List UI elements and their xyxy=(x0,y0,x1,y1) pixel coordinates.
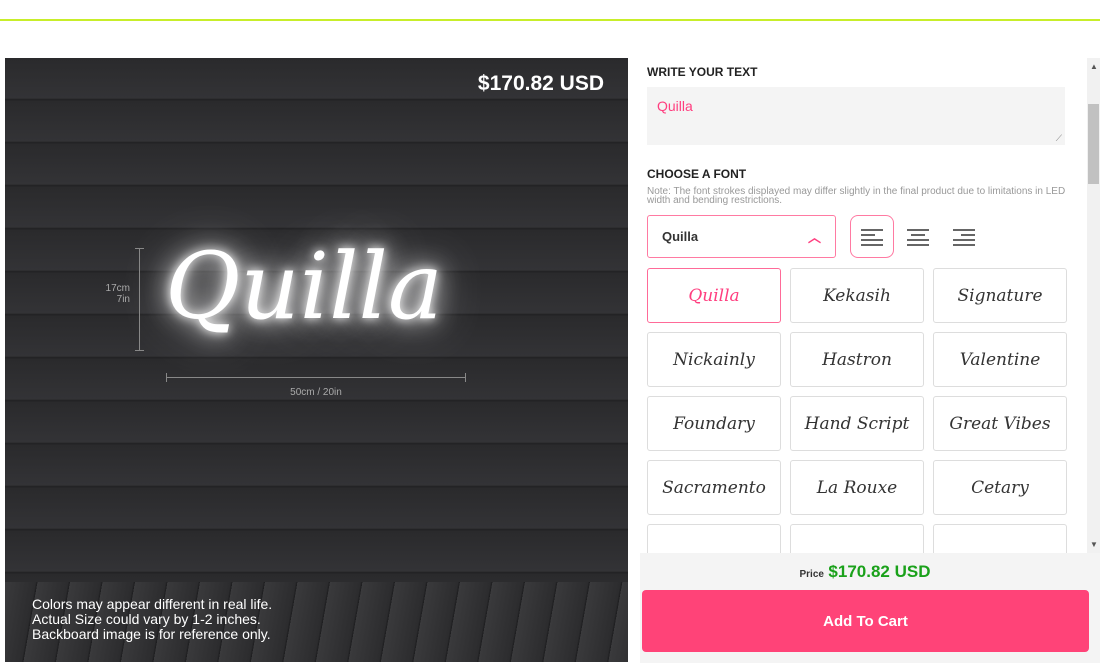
font-option[interactable]: Great Vibes xyxy=(933,396,1067,451)
scroll-down-icon[interactable]: ▼ xyxy=(1090,540,1098,549)
font-grid: Quilla Kekasih Signature Nickainly Hastron Va… xyxy=(647,268,1067,553)
align-center-icon xyxy=(907,228,929,246)
font-option[interactable]: Signature xyxy=(933,268,1067,323)
price-value: $170.82 USD xyxy=(828,562,931,581)
font-option[interactable]: La Rouxe xyxy=(790,460,924,515)
top-divider xyxy=(0,19,1100,21)
width-label: 50cm / 20in xyxy=(290,387,342,398)
align-right-icon xyxy=(953,228,975,246)
font-option[interactable]: Hand Script xyxy=(790,396,924,451)
width-dimension-line xyxy=(166,373,466,382)
font-select[interactable]: Quilla ︿ xyxy=(647,215,836,258)
text-input-value: Quilla xyxy=(657,98,693,114)
align-left-button[interactable] xyxy=(850,215,894,258)
choose-font-heading: CHOOSE A FONT xyxy=(647,167,747,181)
font-option[interactable] xyxy=(933,524,1067,553)
font-note: Note: The font strokes displayed may dif… xyxy=(647,186,1066,206)
note-line: Backboard image is for reference only. xyxy=(32,626,271,642)
text-input[interactable]: Quilla ⟋ xyxy=(647,87,1065,145)
font-option[interactable] xyxy=(647,524,781,553)
scrollbar[interactable]: ▲ ▼ xyxy=(1087,58,1100,553)
preview-notes: Colors may appear different in real life… xyxy=(32,597,272,642)
options-panel: WRITE YOUR TEXT Quilla ⟋ CHOOSE A FONT No… xyxy=(647,58,1067,553)
note-line: Actual Size could vary by 1-2 inches. xyxy=(32,611,261,627)
height-label: 17cm 7in xyxy=(100,283,130,305)
font-option[interactable]: Kekasih xyxy=(790,268,924,323)
font-option[interactable]: Valentine xyxy=(933,332,1067,387)
note-line: Colors may appear different in real life… xyxy=(32,596,273,612)
price-label: Price xyxy=(799,569,824,580)
font-option[interactable] xyxy=(790,524,924,553)
sign-preview: $170.82 USD Quilla 17cm 7in 50cm / 20in C… xyxy=(5,58,628,662)
font-option[interactable]: Foundary xyxy=(647,396,781,451)
align-center-button[interactable] xyxy=(896,215,940,258)
height-dimension-line xyxy=(135,248,144,351)
resize-handle-icon[interactable]: ⟋ xyxy=(1056,133,1062,144)
purchase-footer: Price $170.82 USD Add To Cart xyxy=(640,553,1100,663)
font-option[interactable]: Quilla xyxy=(647,268,781,323)
scrollbar-thumb[interactable] xyxy=(1088,104,1099,184)
neon-text: Quilla xyxy=(165,233,443,340)
preview-price: $170.82 USD xyxy=(477,72,604,95)
scroll-up-icon[interactable]: ▲ xyxy=(1090,62,1098,71)
height-in: 7in xyxy=(116,294,130,305)
write-text-heading: WRITE YOUR TEXT xyxy=(647,65,758,79)
align-left-icon xyxy=(861,228,883,246)
chevron-up-icon: ︿ xyxy=(807,230,821,245)
font-option[interactable]: Nickainly xyxy=(647,332,781,387)
height-cm: 17cm xyxy=(105,283,130,294)
align-right-button[interactable] xyxy=(942,215,986,258)
font-select-value: Quilla xyxy=(662,229,699,244)
add-to-cart-button[interactable]: Add To Cart xyxy=(642,590,1089,652)
font-option[interactable]: Sacramento xyxy=(647,460,781,515)
font-option[interactable]: Hastron xyxy=(790,332,924,387)
font-option[interactable]: Cetary xyxy=(933,460,1067,515)
